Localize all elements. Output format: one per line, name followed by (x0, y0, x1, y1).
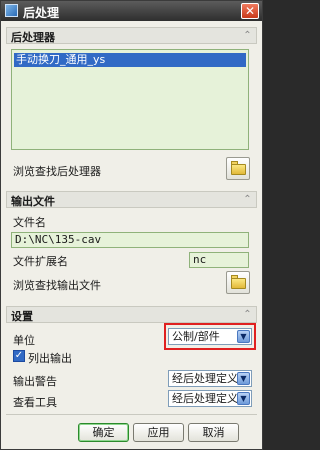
cancel-button[interactable]: 取消 (188, 423, 239, 442)
apply-button[interactable]: 应用 (133, 423, 184, 442)
list-item[interactable]: 手动换刀_通用_ys (14, 53, 246, 67)
section-header-postprocessor[interactable]: 后处理器 ⌃ (6, 27, 257, 44)
close-button[interactable]: ✕ (241, 3, 259, 19)
unit-select[interactable]: 公制/部件 ▼ (168, 328, 252, 345)
unit-label: 单位 (13, 334, 35, 347)
divider (6, 414, 257, 415)
review-tool-label: 查看工具 (13, 396, 57, 409)
extension-label: 文件扩展名 (13, 255, 68, 268)
chevron-down-icon[interactable]: ▼ (237, 372, 250, 385)
chevron-up-icon[interactable]: ⌃ (241, 193, 254, 206)
chevron-down-icon[interactable]: ▼ (237, 392, 250, 405)
ok-button[interactable]: 确定 (78, 423, 129, 442)
chevron-up-icon[interactable]: ⌃ (241, 308, 254, 321)
window-title: 后处理 (23, 6, 60, 20)
postprocess-dialog: 后处理 ✕ 后处理器 ⌃ 手动换刀_通用_ys 浏览查找后处理器 输出文件 ⌃ … (0, 0, 263, 450)
filename-field[interactable]: D:\NC\135-cav (11, 232, 249, 248)
warnings-value: 经后处理定义 (172, 372, 238, 385)
extension-field[interactable]: nc (189, 252, 249, 268)
list-output-checkbox[interactable]: ✓ (13, 350, 25, 362)
browse-postprocessor-label: 浏览查找后处理器 (13, 165, 101, 178)
postprocessor-list[interactable]: 手动换刀_通用_ys (11, 49, 249, 150)
browse-postprocessor-button[interactable] (226, 157, 250, 180)
section-title: 后处理器 (11, 31, 55, 44)
browse-output-button[interactable] (226, 271, 250, 294)
section-header-settings[interactable]: 设置 ⌃ (6, 306, 257, 323)
title-bar[interactable]: 后处理 ✕ (1, 1, 262, 21)
chevron-up-icon[interactable]: ⌃ (241, 29, 254, 42)
app-icon (5, 4, 18, 17)
review-tool-select[interactable]: 经后处理定义 ▼ (168, 390, 252, 407)
section-title: 输出文件 (11, 195, 55, 208)
review-tool-value: 经后处理定义 (172, 392, 238, 405)
warnings-select[interactable]: 经后处理定义 ▼ (168, 370, 252, 387)
unit-value: 公制/部件 (172, 330, 220, 343)
section-title: 设置 (11, 310, 33, 323)
list-output-label: 列出输出 (28, 352, 72, 365)
chevron-down-icon[interactable]: ▼ (237, 330, 250, 343)
section-header-output[interactable]: 输出文件 ⌃ (6, 191, 257, 208)
browse-output-label: 浏览查找输出文件 (13, 279, 101, 292)
filename-label: 文件名 (13, 216, 46, 229)
warnings-label: 输出警告 (13, 375, 57, 388)
